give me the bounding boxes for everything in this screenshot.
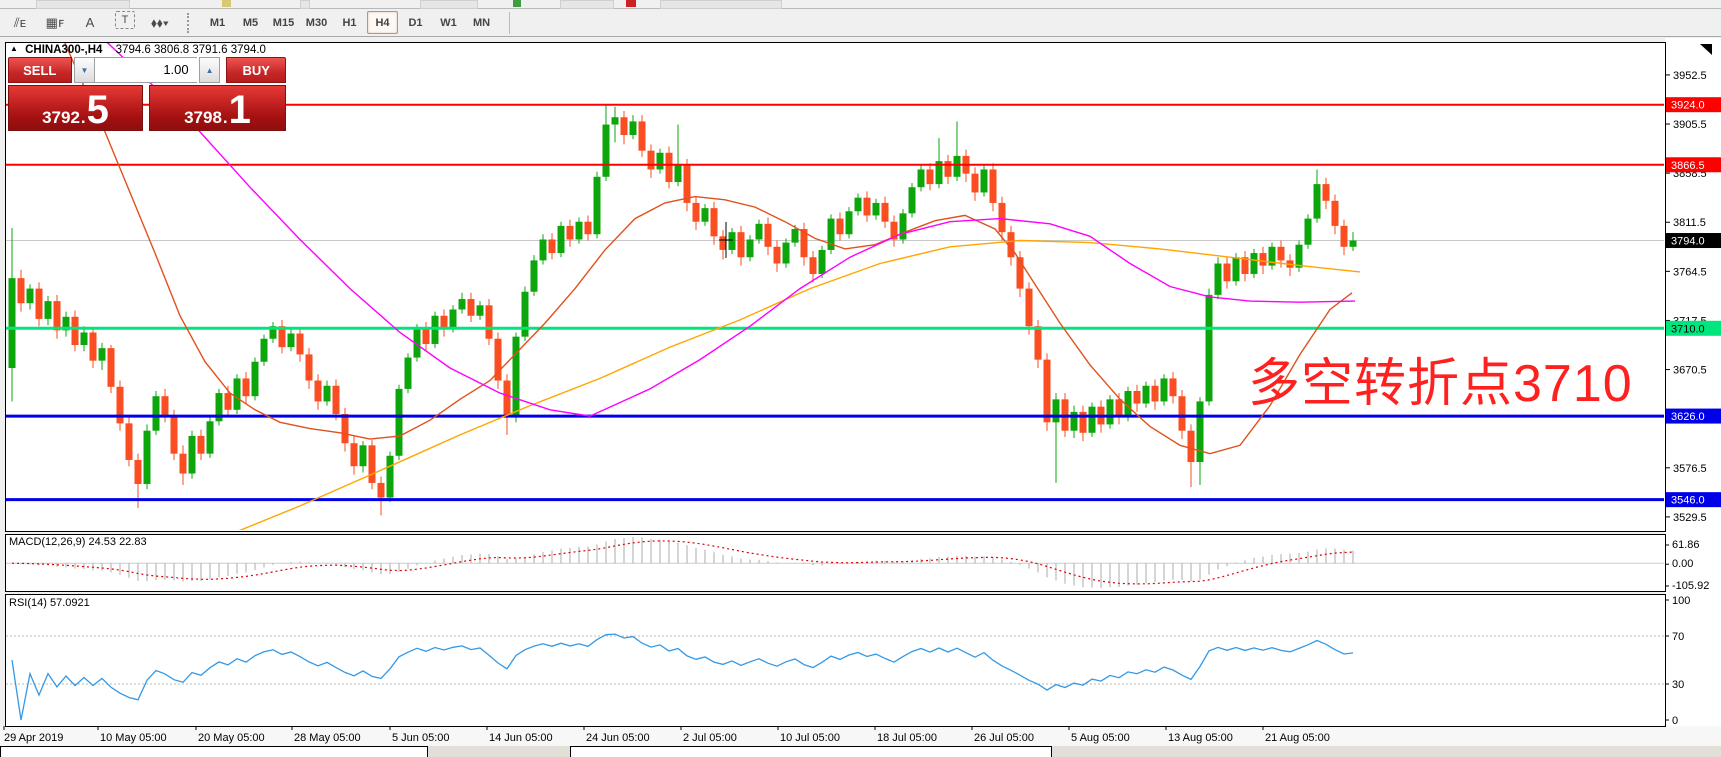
up-arrow-icon: ▲: [206, 66, 214, 75]
svg-text:5 Aug 05:00: 5 Aug 05:00: [1071, 732, 1130, 744]
one-click-trading-panel: SELL ▼ 1.00 ▲ BUY 3792 . 5 3798 . 1: [8, 57, 286, 131]
svg-text:3670.5: 3670.5: [1673, 365, 1707, 377]
collapse-triangle-icon[interactable]: ▲: [10, 44, 18, 53]
upper-toolbar-cropped: [0, 0, 1721, 9]
svg-text:29 Apr 2019: 29 Apr 2019: [4, 732, 63, 744]
timeframe-W1[interactable]: W1: [433, 11, 464, 34]
rsi-indicator-label: RSI(14) 57.0921: [9, 597, 90, 609]
svg-text:30: 30: [1672, 679, 1684, 691]
fibonacci-retracement-icon[interactable]: ▦ꜰ: [41, 11, 69, 35]
svg-text:3905.5: 3905.5: [1673, 119, 1707, 131]
svg-text:20 May 05:00: 20 May 05:00: [198, 732, 265, 744]
svg-text:21 Aug 05:00: 21 Aug 05:00: [1265, 732, 1330, 744]
cropped-icon: [626, 0, 636, 7]
buy-price-big: 1: [229, 95, 251, 126]
svg-text:3924.0: 3924.0: [1671, 100, 1705, 112]
timeframe-M1[interactable]: M1: [202, 11, 233, 34]
svg-text:3811.5: 3811.5: [1673, 217, 1706, 229]
cropped-icon: [222, 0, 231, 7]
svg-text:61.86: 61.86: [1672, 539, 1700, 551]
cropped-icon: [660, 0, 782, 9]
timeframe-H1[interactable]: H1: [334, 11, 365, 34]
svg-text:28 May 05:00: 28 May 05:00: [294, 732, 361, 744]
cropped-icon: [300, 0, 310, 9]
toolbar-divider: [509, 12, 510, 34]
svg-text:24 Jun 05:00: 24 Jun 05:00: [586, 732, 650, 744]
timeframe-D1[interactable]: D1: [400, 11, 431, 34]
cropped-window-edge: [0, 746, 428, 757]
buy-button[interactable]: BUY: [226, 57, 286, 83]
buy-price-main: 3798: [184, 109, 222, 126]
svg-text:3952.5: 3952.5: [1673, 70, 1707, 82]
rsi-values: 57.0921: [50, 597, 90, 609]
svg-text:2 Jul 05:00: 2 Jul 05:00: [683, 732, 737, 744]
rsi-name: RSI(14): [9, 597, 47, 609]
volume-input[interactable]: 1.00: [95, 57, 196, 83]
svg-text:-105.92: -105.92: [1672, 580, 1709, 592]
svg-text:70: 70: [1672, 631, 1684, 643]
cropped-icon: [560, 0, 614, 9]
drawing-tools-group: ⫽ᴇ ▦ꜰ AT ⬧⬧▾: [6, 11, 181, 35]
macd-values: 24.53 22.83: [88, 536, 146, 548]
chinese-annotation: 多空转折点3710: [1248, 341, 1633, 416]
timeframe-MN[interactable]: MN: [466, 11, 497, 34]
timeframes-group: M1M5M15M30H1H4D1W1MN: [202, 11, 499, 34]
svg-text:18 Jul 05:00: 18 Jul 05:00: [877, 732, 937, 744]
mt4-terminal: ⫽ᴇ ▦ꜰ AT ⬧⬧▾ M1M5M15M30H1H4D1W1MN 3952.5 390…: [0, 0, 1721, 757]
svg-text:14 Jun 05:00: 14 Jun 05:00: [489, 732, 553, 744]
cropped-icon: [513, 0, 521, 7]
sell-price[interactable]: 3792 . 5: [8, 85, 143, 131]
buy-price[interactable]: 3798 . 1: [149, 85, 286, 131]
svg-text:3794.0: 3794.0: [1671, 236, 1705, 248]
svg-text:13 Aug 05:00: 13 Aug 05:00: [1168, 732, 1233, 744]
volume-decrease-button[interactable]: ▼: [74, 57, 96, 83]
sell-price-main: 3792: [42, 109, 80, 126]
timeframe-M30[interactable]: M30: [301, 11, 332, 34]
toolbar-drag-handle[interactable]: [187, 13, 194, 33]
text-label-icon[interactable]: A: [76, 11, 104, 35]
buy-price-dot: .: [223, 109, 228, 126]
svg-text:3576.5: 3576.5: [1673, 463, 1707, 475]
svg-text:5 Jun 05:00: 5 Jun 05:00: [392, 732, 450, 744]
svg-text:10 May 05:00: 10 May 05:00: [100, 732, 167, 744]
svg-text:3866.5: 3866.5: [1671, 160, 1705, 172]
ohlc-values: 3794.6 3806.8 3791.6 3794.0: [116, 44, 266, 56]
svg-text:3710.0: 3710.0: [1671, 323, 1705, 335]
cropped-icon: [420, 0, 478, 9]
macd-indicator-label: MACD(12,26,9) 24.53 22.83: [9, 536, 147, 548]
sell-price-big: 5: [87, 95, 109, 126]
arrows-icon[interactable]: ⬧⬧▾: [146, 11, 174, 35]
svg-text:26 Jul 05:00: 26 Jul 05:00: [974, 732, 1034, 744]
svg-text:10 Jul 05:00: 10 Jul 05:00: [780, 732, 840, 744]
volume-increase-button[interactable]: ▲: [199, 57, 221, 83]
lower-windows-cropped: [0, 746, 1721, 757]
toolbar: ⫽ᴇ ▦ꜰ AT ⬧⬧▾ M1M5M15M30H1H4D1W1MN: [0, 9, 1721, 37]
text-icon[interactable]: T: [115, 11, 135, 29]
sell-price-dot: .: [81, 109, 86, 126]
svg-text:100: 100: [1672, 595, 1690, 607]
cropped-window-edge: [570, 746, 1052, 757]
macd-name: MACD(12,26,9): [9, 536, 85, 548]
symbol-name: CHINA300-,H4: [25, 44, 102, 56]
cropped-icon: [36, 0, 130, 9]
sell-button[interactable]: SELL: [8, 57, 72, 83]
timeframe-H4[interactable]: H4: [367, 11, 398, 34]
chart-symbol-header: ▲ CHINA300-,H4 3794.6 3806.8 3791.6 3794…: [10, 44, 266, 56]
svg-text:3546.0: 3546.0: [1671, 495, 1705, 507]
svg-text:3529.5: 3529.5: [1673, 512, 1707, 524]
down-arrow-icon: ▼: [80, 66, 88, 75]
svg-text:0: 0: [1672, 715, 1678, 727]
svg-text:3626.0: 3626.0: [1671, 411, 1705, 423]
equidistant-channel-icon[interactable]: ⫽ᴇ: [6, 11, 34, 35]
timeframe-M5[interactable]: M5: [235, 11, 266, 34]
svg-text:0.00: 0.00: [1672, 558, 1693, 570]
timeframe-M15[interactable]: M15: [268, 11, 299, 34]
svg-text:3764.5: 3764.5: [1673, 266, 1707, 278]
